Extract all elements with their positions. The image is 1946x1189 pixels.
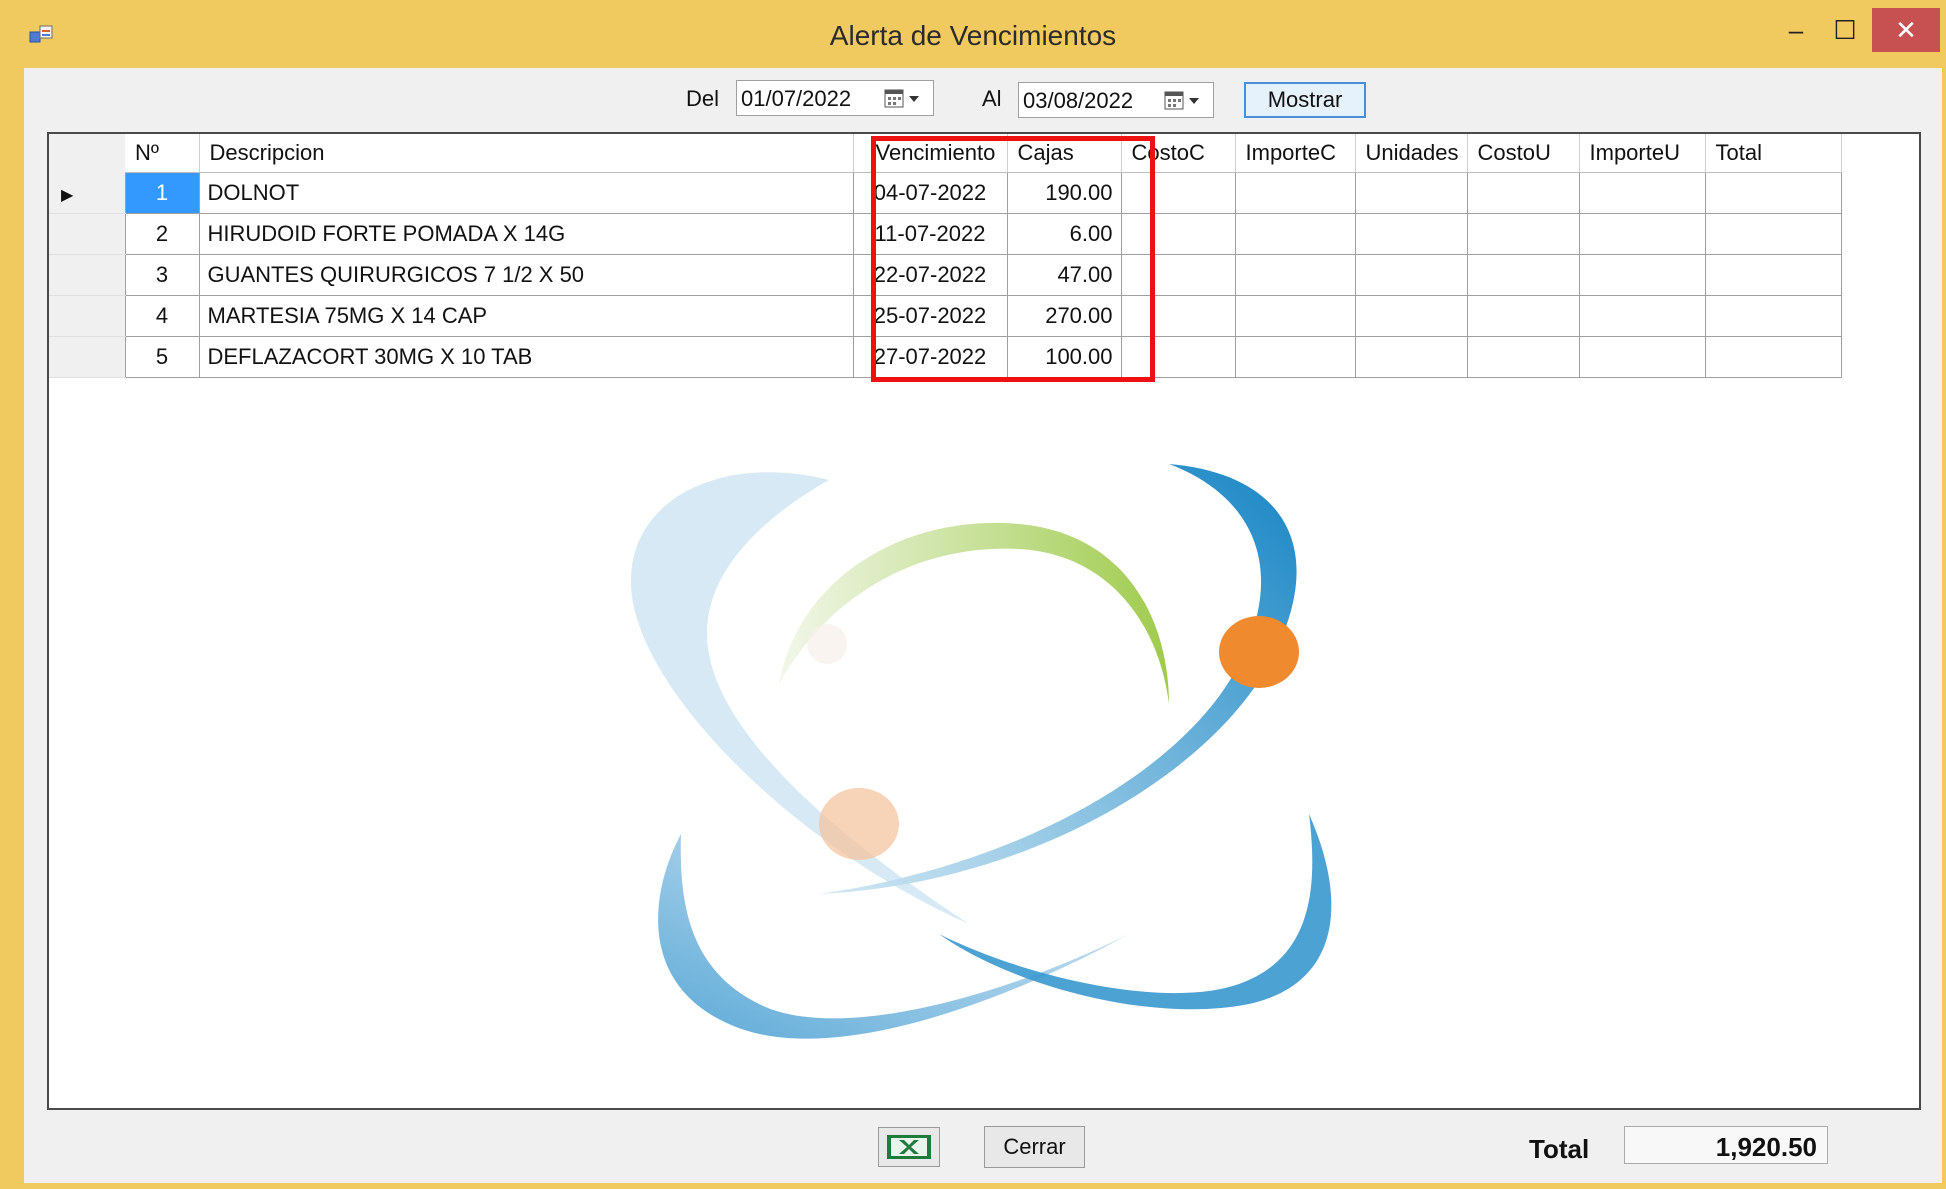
window-title: Alerta de Vencimientos <box>829 20 1117 51</box>
cell-unidades[interactable] <box>1354 295 1468 337</box>
export-excel-button[interactable] <box>878 1127 940 1167</box>
cell-cajas[interactable]: 47.00 <box>1006 254 1122 296</box>
row-header[interactable] <box>49 336 125 378</box>
column-header-importeu[interactable]: ImporteU <box>1579 134 1706 173</box>
column-header-unidades[interactable]: Unidades <box>1355 134 1468 173</box>
cell-vencimiento[interactable]: 22-07-2022 <box>852 254 1008 296</box>
column-header-cajas[interactable]: Cajas <box>1007 134 1122 173</box>
cell-total[interactable] <box>1704 295 1842 337</box>
cell-no[interactable]: 5 <box>124 336 200 378</box>
cell-costoc[interactable] <box>1120 295 1236 337</box>
excel-icon <box>887 1135 931 1159</box>
cell-no[interactable]: 2 <box>124 213 200 255</box>
cell-costoc[interactable] <box>1120 213 1236 255</box>
cell-no[interactable]: 1 <box>124 172 200 214</box>
cell-cajas[interactable]: 100.00 <box>1006 336 1122 378</box>
cell-total[interactable] <box>1704 172 1842 214</box>
cell-cajas[interactable]: 190.00 <box>1006 172 1122 214</box>
cell-costou[interactable] <box>1466 213 1580 255</box>
cell-costoc[interactable] <box>1120 336 1236 378</box>
table-row[interactable]: 2 HIRUDOID FORTE POMADA X 14G 11-07-2022… <box>49 213 1842 255</box>
cell-costou[interactable] <box>1466 295 1580 337</box>
cell-total[interactable] <box>1704 336 1842 378</box>
current-row-arrow-icon: ▶ <box>61 186 74 204</box>
column-header-costoc[interactable]: CostoC <box>1121 134 1236 173</box>
cell-importeu[interactable] <box>1578 172 1706 214</box>
calendar-dropdown-icon[interactable] <box>883 88 923 110</box>
cell-importec[interactable] <box>1234 172 1356 214</box>
close-form-button[interactable]: Cerrar <box>984 1126 1085 1168</box>
column-header-vencimiento[interactable]: Vencimiento <box>853 134 1008 173</box>
cell-costou[interactable] <box>1466 336 1580 378</box>
cell-vencimiento[interactable]: 27-07-2022 <box>852 336 1008 378</box>
show-button[interactable]: Mostrar <box>1244 82 1366 118</box>
cell-cajas[interactable]: 270.00 <box>1006 295 1122 337</box>
total-value: 1,920.50 <box>1624 1126 1828 1164</box>
cell-importec[interactable] <box>1234 254 1356 296</box>
cell-costou[interactable] <box>1466 172 1580 214</box>
column-header-descripcion[interactable]: Descripcion <box>199 134 854 173</box>
cell-vencimiento[interactable]: 04-07-2022 <box>852 172 1008 214</box>
to-date-picker[interactable]: 03/08/2022 <box>1018 82 1214 118</box>
title-bar: Alerta de Vencimientos ‒ ☐ ✕ <box>0 0 1946 68</box>
to-date-label: Al <box>982 86 1002 111</box>
cell-importec[interactable] <box>1234 336 1356 378</box>
data-grid[interactable]: Nº Descripcion Vencimiento Cajas CostoC … <box>47 132 1921 1110</box>
row-header[interactable] <box>49 295 125 337</box>
cell-cajas[interactable]: 6.00 <box>1006 213 1122 255</box>
cell-unidades[interactable] <box>1354 213 1468 255</box>
grid-header-row: Nº Descripcion Vencimiento Cajas CostoC … <box>49 134 1842 173</box>
column-header-total[interactable]: Total <box>1705 134 1842 173</box>
row-header[interactable] <box>49 254 125 296</box>
table-row[interactable]: 4 MARTESIA 75MG X 14 CAP 25-07-2022 270.… <box>49 295 1842 337</box>
cell-no[interactable]: 3 <box>124 254 200 296</box>
cell-no[interactable]: 4 <box>124 295 200 337</box>
cell-importec[interactable] <box>1234 213 1356 255</box>
close-button[interactable]: ✕ <box>1872 8 1940 52</box>
cell-importec[interactable] <box>1234 295 1356 337</box>
cell-vencimiento[interactable]: 11-07-2022 <box>852 213 1008 255</box>
cell-total[interactable] <box>1704 213 1842 255</box>
watermark-logo-icon <box>630 464 1332 1039</box>
cell-descripcion[interactable]: DEFLAZACORT 30MG X 10 TAB <box>198 336 854 378</box>
cell-descripcion[interactable]: DOLNOT <box>198 172 854 214</box>
calendar-dropdown-icon[interactable] <box>1163 90 1203 112</box>
cell-unidades[interactable] <box>1354 336 1468 378</box>
cell-descripcion[interactable]: GUANTES QUIRURGICOS 7 1/2 X 50 <box>198 254 854 296</box>
cell-costou[interactable] <box>1466 254 1580 296</box>
table-row[interactable]: 3 GUANTES QUIRURGICOS 7 1/2 X 50 22-07-2… <box>49 254 1842 296</box>
client-area: Del 01/07/2022 Al 03/08/2022 Mostrar Nº … <box>24 68 1942 1183</box>
table-row[interactable]: ▶ 1 DOLNOT 04-07-2022 190.00 <box>49 172 1842 214</box>
column-header-costou[interactable]: CostoU <box>1467 134 1580 173</box>
cell-costoc[interactable] <box>1120 254 1236 296</box>
maximize-button[interactable]: ☐ <box>1820 10 1870 50</box>
expiry-table: Nº Descripcion Vencimiento Cajas CostoC … <box>49 134 1842 378</box>
row-header[interactable]: ▶ <box>49 172 125 214</box>
window: Alerta de Vencimientos ‒ ☐ ✕ Del 01/07/2… <box>0 0 1946 1189</box>
cell-importeu[interactable] <box>1578 254 1706 296</box>
cell-descripcion[interactable]: HIRUDOID FORTE POMADA X 14G <box>198 213 854 255</box>
table-row[interactable]: 5 DEFLAZACORT 30MG X 10 TAB 27-07-2022 1… <box>49 336 1842 378</box>
cell-vencimiento[interactable]: 25-07-2022 <box>852 295 1008 337</box>
cell-importeu[interactable] <box>1578 213 1706 255</box>
cell-unidades[interactable] <box>1354 172 1468 214</box>
from-date-picker[interactable]: 01/07/2022 <box>736 80 934 116</box>
total-label: Total <box>1529 1134 1590 1164</box>
cell-importeu[interactable] <box>1578 295 1706 337</box>
cell-costoc[interactable] <box>1120 172 1236 214</box>
from-date-value: 01/07/2022 <box>741 86 852 111</box>
cell-importeu[interactable] <box>1578 336 1706 378</box>
minimize-button[interactable]: ‒ <box>1775 10 1817 50</box>
cell-unidades[interactable] <box>1354 254 1468 296</box>
cell-total[interactable] <box>1704 254 1842 296</box>
row-header[interactable] <box>49 213 125 255</box>
from-date-label: Del <box>686 86 720 111</box>
cell-descripcion[interactable]: MARTESIA 75MG X 14 CAP <box>198 295 854 337</box>
column-header-importec[interactable]: ImporteC <box>1235 134 1356 173</box>
column-header-no[interactable]: Nº <box>125 134 200 173</box>
row-header-corner <box>49 134 125 173</box>
to-date-value: 03/08/2022 <box>1023 88 1134 113</box>
